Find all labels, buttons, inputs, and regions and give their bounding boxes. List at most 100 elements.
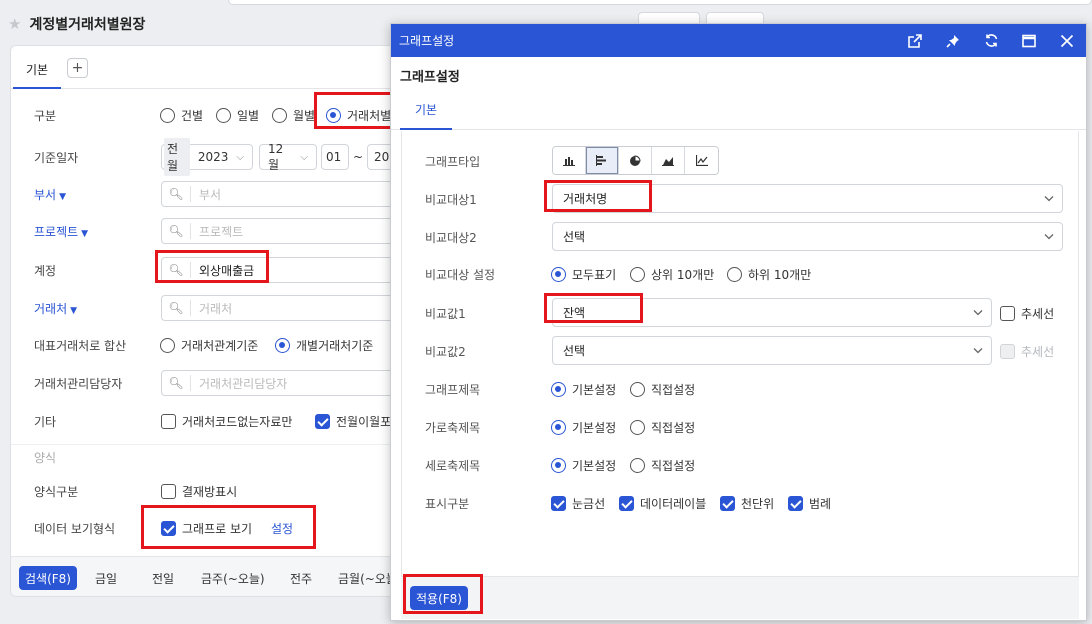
department-input[interactable]: 🔍︎ 부서 — [161, 181, 394, 207]
radio-icon[interactable] — [630, 458, 645, 473]
compare2-select[interactable]: 선택 — [552, 222, 1063, 251]
pin-icon[interactable] — [934, 24, 972, 57]
search-icon: 🔍︎ — [168, 263, 184, 277]
vendor-input[interactable]: 🔍︎ 거래처 — [161, 295, 394, 321]
radio-icon[interactable] — [216, 107, 231, 123]
checkbox-checked-icon[interactable] — [315, 413, 330, 429]
row-compare-display: 비교대상 설정 모두표기 상위 10개만 하위 10개만 — [402, 259, 1078, 289]
compare1-select[interactable]: 거래처명 — [552, 184, 1063, 213]
radio-graph-title-custom[interactable]: 직접설정 — [630, 381, 695, 398]
radio-selected-icon[interactable] — [326, 107, 341, 123]
value1-select[interactable]: 잔액 — [552, 298, 992, 327]
maximize-icon[interactable] — [1010, 24, 1048, 57]
project-input[interactable]: 🔍︎ 프로젝트 — [161, 218, 394, 244]
radio-x-title-custom[interactable]: 직접설정 — [630, 419, 695, 436]
section-label-form: 양식 — [34, 451, 57, 465]
favorite-star-icon[interactable]: ★ — [8, 15, 21, 33]
vendor-manager-input[interactable]: 🔍︎ 거래처관리담당자 — [161, 370, 394, 396]
label-rep-vendor: 대표거래처로 합산 — [34, 338, 127, 353]
apply-button[interactable]: 적용(F8) — [410, 586, 468, 610]
checkbox-legend[interactable]: 범례 — [788, 495, 831, 512]
checkbox-icon[interactable] — [161, 413, 176, 429]
label-vendor[interactable]: 거래처 ▼ — [34, 300, 77, 317]
label-project[interactable]: 프로젝트 ▼ — [34, 223, 88, 240]
tab-basic[interactable]: 기본 — [400, 90, 452, 130]
area-chart-icon[interactable] — [652, 147, 685, 174]
account-input[interactable]: 🔍︎ 외상매출금 — [161, 257, 394, 283]
page-title-text: 계정별거래처별원장 — [29, 17, 146, 33]
radio-individual-basis[interactable]: 개별거래처기준 — [275, 337, 373, 354]
quick-this-month[interactable]: 금월(~오늘) — [338, 566, 394, 590]
line-chart-icon[interactable] — [685, 147, 718, 174]
label-department[interactable]: 부서 ▼ — [34, 186, 66, 203]
radio-by-vendor[interactable]: 거래처별 — [326, 107, 391, 124]
radio-selected-icon[interactable] — [275, 337, 290, 353]
radio-by-case[interactable]: 건별 — [160, 107, 203, 124]
checkbox-thousands[interactable]: 천단위 — [720, 495, 774, 512]
row-form-type: 양식구분 결재방표시 — [11, 476, 394, 506]
tab-basic[interactable]: 기본 — [13, 52, 61, 89]
radio-icon[interactable] — [160, 337, 175, 353]
radio-icon[interactable] — [630, 267, 645, 282]
quick-last-week[interactable]: 전주 — [290, 566, 312, 590]
radio-selected-icon[interactable] — [551, 382, 566, 397]
row-y-title: 세로축제목 기본설정 직접설정 — [402, 450, 1078, 480]
radio-y-title-default[interactable]: 기본설정 — [551, 457, 616, 474]
label-display: 표시구분 — [425, 497, 470, 511]
checkbox-checked-icon[interactable] — [551, 496, 566, 511]
row-department: 부서 ▼ 🔍︎ 부서 — [11, 179, 394, 209]
checkbox-icon[interactable] — [161, 483, 176, 499]
radio-x-title-default[interactable]: 기본설정 — [551, 419, 616, 436]
radio-icon[interactable] — [272, 107, 287, 123]
quick-today[interactable]: 금일 — [95, 566, 117, 590]
close-icon[interactable] — [1048, 24, 1086, 57]
pie-chart-icon[interactable] — [619, 147, 652, 174]
checkbox-checked-icon[interactable] — [161, 520, 176, 536]
radio-show-all[interactable]: 모두표기 — [551, 266, 616, 283]
radio-selected-icon[interactable] — [551, 458, 566, 473]
refresh-icon[interactable] — [972, 24, 1010, 57]
graph-settings-link[interactable]: 설정 — [271, 520, 293, 537]
external-link-icon[interactable] — [896, 24, 934, 57]
month-select[interactable]: 12월 ⌵ — [259, 142, 317, 172]
row-project: 프로젝트 ▼ 🔍︎ 프로젝트 — [11, 216, 394, 246]
value2-select[interactable]: 선택 — [552, 336, 992, 365]
checkbox-approval[interactable]: 결재방표시 — [161, 483, 237, 500]
add-tab-button[interactable]: + — [67, 58, 88, 78]
quick-this-week[interactable]: 금주(~오늘) — [201, 566, 265, 590]
checkbox-graph-view[interactable]: 그래프로 보기 — [161, 520, 252, 537]
chevron-down-icon — [973, 310, 983, 316]
from-day-input[interactable]: 01 — [321, 144, 349, 170]
radio-icon[interactable] — [630, 420, 645, 435]
caret-down-icon: ▼ — [59, 191, 67, 202]
radio-y-title-custom[interactable]: 직접설정 — [630, 457, 695, 474]
checkbox-icon[interactable] — [1000, 306, 1015, 321]
checkbox-no-vendor-code[interactable]: 거래처코드없는자료만 — [161, 413, 292, 430]
row-display: 표시구분 눈금선 데이터레이블 천단위 범례 — [402, 488, 1078, 518]
bar-chart-icon[interactable] — [553, 147, 586, 174]
caret-down-icon: ▼ — [70, 305, 78, 316]
radio-bottom10[interactable]: 하위 10개만 — [727, 266, 811, 283]
radio-icon[interactable] — [160, 107, 175, 123]
search-button[interactable]: 검색(F8) — [19, 566, 77, 590]
checkbox-checked-icon[interactable] — [788, 496, 803, 511]
checkbox-checked-icon[interactable] — [720, 496, 735, 511]
radio-relation-basis[interactable]: 거래처관계기준 — [160, 337, 258, 354]
radio-icon[interactable] — [727, 267, 742, 282]
radio-by-day[interactable]: 일별 — [216, 107, 259, 124]
year-select[interactable]: 전월 2023 ⌵ — [161, 138, 253, 176]
radio-selected-icon[interactable] — [551, 267, 566, 282]
radio-selected-icon[interactable] — [551, 420, 566, 435]
radio-top10[interactable]: 상위 10개만 — [630, 266, 714, 283]
checkbox-gridlines[interactable]: 눈금선 — [551, 495, 605, 512]
radio-icon[interactable] — [630, 382, 645, 397]
chevron-down-icon — [1044, 234, 1054, 240]
checkbox-trend1[interactable]: 추세선 — [1000, 305, 1054, 322]
radio-graph-title-default[interactable]: 기본설정 — [551, 381, 616, 398]
radio-by-month[interactable]: 월별 — [272, 107, 315, 124]
checkbox-carry-over[interactable]: 전월이월포함 — [315, 413, 394, 430]
checkbox-data-labels[interactable]: 데이터레이블 — [619, 495, 706, 512]
checkbox-checked-icon[interactable] — [619, 496, 634, 511]
quick-yesterday[interactable]: 전일 — [152, 566, 174, 590]
horizontal-bar-chart-icon[interactable] — [586, 147, 619, 174]
